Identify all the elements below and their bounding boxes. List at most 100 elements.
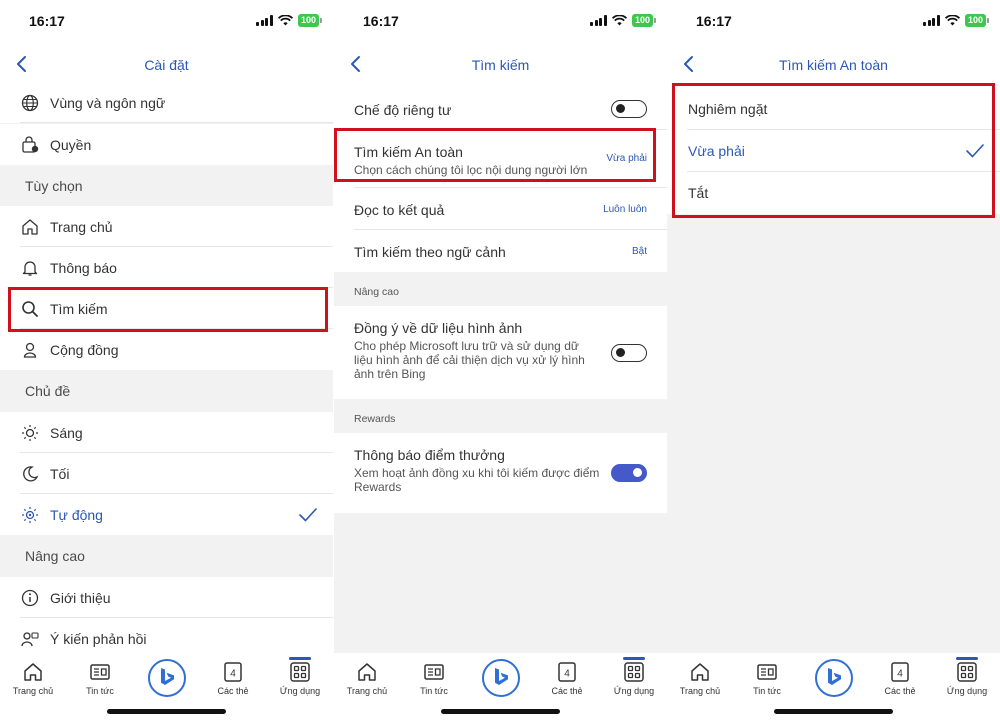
news-icon [90, 664, 110, 680]
checkmark-icon [299, 508, 317, 522]
wifi-icon [944, 15, 960, 26]
feedback-icon [20, 629, 40, 649]
contextual-search-row[interactable]: Tìm kiếm theo ngữ cảnh Bật [334, 230, 667, 272]
bottom-tab-bar: Trang chủ Tin tức 4 Các thẻ Ứng dụng [0, 653, 333, 721]
battery-icon: 100 [297, 14, 323, 27]
private-mode-toggle[interactable] [611, 100, 647, 118]
tabs-count-icon: 4 [224, 662, 242, 682]
settings-item-notifications[interactable]: Thông báo [0, 247, 333, 288]
rewards-notify-label: Thông báo điểm thưởng [354, 447, 505, 463]
section-header-advanced: Nâng cao [25, 547, 85, 564]
contextual-search-value: Bật [631, 246, 647, 257]
status-bar: 16:17 100 [0, 0, 333, 42]
nav-bar: Tìm kiếm An toàn [667, 42, 1000, 88]
tab-home[interactable]: Trang chủ [342, 661, 392, 696]
highlight-box [672, 83, 995, 218]
image-consent-desc-line: ảnh trên Bing [354, 367, 426, 381]
globe-icon [20, 93, 40, 113]
home-indicator [774, 709, 893, 714]
safe-search-panel: 16:17 100 Tìm kiếm An toàn Nghiêm ngặt V… [667, 0, 1000, 721]
settings-item-label: Sáng [50, 424, 83, 441]
bottom-tab-bar: Trang chủ Tin tức 4 Các thẻ Ứng dụng [334, 653, 667, 721]
image-consent-row: Đồng ý về dữ liệu hình ảnh Cho phép Micr… [334, 306, 667, 399]
settings-item-region[interactable]: Vùng và ngôn ngữ [0, 82, 333, 123]
status-bar: 16:17 100 [667, 0, 1000, 42]
tab-apps[interactable]: Ứng dụng [609, 661, 659, 696]
bing-button[interactable] [148, 659, 186, 697]
section-header-theme: Chủ đề [25, 382, 71, 399]
rewards-notify-desc-line: Xem hoạt ảnh đồng xu khi tôi kiếm được đ… [354, 466, 600, 480]
nav-bar: Tìm kiếm [334, 42, 667, 88]
settings-item-label: Tự động [50, 506, 103, 523]
settings-item-home[interactable]: Trang chủ [0, 206, 333, 247]
settings-item-label: Giới thiệu [50, 589, 111, 606]
home-icon [24, 663, 42, 681]
active-tab-indicator [623, 657, 645, 660]
contextual-search-label: Tìm kiếm theo ngữ cảnh [354, 244, 506, 260]
home-icon [20, 217, 40, 237]
home-indicator [107, 709, 226, 714]
settings-item-label: Cộng đồng [50, 341, 119, 358]
bing-button[interactable] [815, 659, 853, 697]
tab-tabs[interactable]: 4 Các thẻ [542, 661, 592, 696]
rewards-notify-toggle[interactable] [611, 464, 647, 482]
wifi-icon [277, 15, 293, 26]
tab-apps[interactable]: Ứng dụng [275, 661, 325, 696]
page-title: Tìm kiếm An toàn [779, 57, 888, 73]
tab-tabs[interactable]: 4 Các thẻ [875, 661, 925, 696]
battery-icon: 100 [631, 14, 657, 27]
read-results-value: Luôn luôn [603, 204, 647, 215]
status-time: 16:17 [363, 13, 399, 29]
svg-text:4: 4 [564, 669, 570, 680]
tab-news[interactable]: Tin tức [75, 661, 125, 696]
bing-logo-icon [495, 668, 508, 685]
image-consent-toggle[interactable] [611, 344, 647, 362]
apps-grid-icon [290, 662, 310, 682]
active-tab-indicator [289, 657, 311, 660]
image-consent-desc-line: Cho phép Microsoft lưu trữ và sử dụng dữ [354, 339, 579, 353]
news-icon [424, 664, 444, 680]
section-header-rewards: Rewards [354, 413, 396, 425]
read-results-row[interactable]: Đọc to kết quả Luôn luôn [334, 188, 667, 230]
settings-item-label: Tối [50, 465, 70, 482]
tab-tabs[interactable]: 4 Các thẻ [208, 661, 258, 696]
news-icon [757, 664, 777, 680]
tab-home[interactable]: Trang chủ [675, 661, 725, 696]
settings-item-about[interactable]: Giới thiệu [0, 577, 333, 618]
tab-home[interactable]: Trang chủ [8, 661, 58, 696]
private-mode-row: Chế độ riêng tư [334, 88, 667, 130]
status-bar: 16:17 100 [334, 0, 667, 42]
search-settings-panel: 16:17 100 Tìm kiếm Chế độ riêng tư Tìm k… [334, 0, 667, 721]
home-icon [691, 663, 709, 681]
tabs-count-icon: 4 [558, 662, 576, 682]
settings-item-label: Thông báo [50, 259, 117, 276]
bing-button[interactable] [482, 659, 520, 697]
settings-item-label: Trang chủ [50, 218, 113, 235]
signal-icon [590, 15, 607, 26]
image-consent-label: Đồng ý về dữ liệu hình ảnh [354, 320, 523, 336]
apps-grid-icon [957, 662, 977, 682]
settings-item-dark[interactable]: Tối [0, 453, 333, 494]
home-icon [358, 663, 376, 681]
bell-icon [20, 258, 40, 278]
highlight-box [8, 287, 328, 332]
signal-icon [923, 15, 940, 26]
tab-apps[interactable]: Ứng dụng [942, 661, 992, 696]
apps-grid-icon [624, 662, 644, 682]
person-icon [20, 340, 40, 360]
settings-item-label: Vùng và ngôn ngữ [50, 94, 166, 111]
section-header-advanced: Nâng cao [354, 286, 399, 298]
settings-item-permissions[interactable]: Quyền [0, 124, 333, 165]
sun-icon [20, 423, 40, 443]
tab-news[interactable]: Tin tức [409, 661, 459, 696]
rewards-notify-desc-line: Rewards [354, 480, 402, 494]
svg-text:4: 4 [230, 669, 236, 680]
image-consent-desc-line: liệu hình ảnh để cải thiện dịch vụ xử lý… [354, 353, 585, 367]
tab-news[interactable]: Tin tức [742, 661, 792, 696]
settings-item-light[interactable]: Sáng [0, 412, 333, 453]
wifi-icon [611, 15, 627, 26]
settings-item-community[interactable]: Cộng đồng [0, 329, 333, 370]
info-icon [20, 588, 40, 608]
settings-item-auto[interactable]: Tự động [0, 494, 333, 535]
status-time: 16:17 [29, 13, 65, 29]
